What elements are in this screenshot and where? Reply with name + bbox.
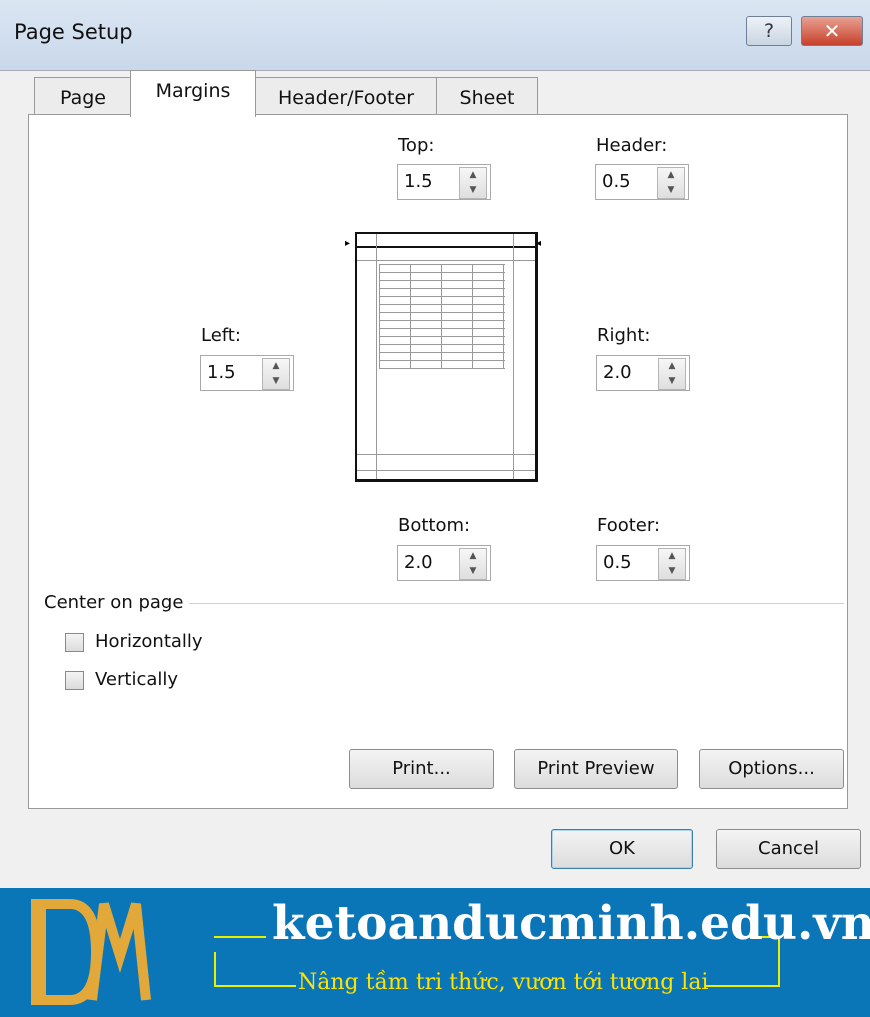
banner-frame-top-left	[214, 936, 266, 938]
footer-margin-spinner[interactable]: 0.5 ▲ ▼	[596, 545, 690, 581]
cancel-button[interactable]: Cancel	[716, 829, 861, 869]
tab-header-footer[interactable]: Header/Footer	[255, 77, 437, 116]
left-margin-guide	[376, 234, 377, 479]
vertically-label[interactable]: Vertically	[95, 669, 178, 690]
spin-up-icon[interactable]: ▲	[658, 168, 684, 182]
site-slogan: Nâng tầm tri thức, vươn tới tương lai	[298, 970, 709, 995]
spin-down-icon[interactable]: ▼	[658, 183, 684, 197]
footer-spin-arrows[interactable]: ▲ ▼	[658, 548, 686, 580]
tab-page[interactable]: Page	[34, 77, 132, 116]
footer-margin-value[interactable]: 0.5	[603, 552, 632, 573]
bottom-spin-arrows[interactable]: ▲ ▼	[459, 548, 487, 580]
bottom-label: Bottom:	[398, 515, 471, 536]
grid-column-line	[410, 264, 411, 368]
site-name: ketoanducminh.edu.vn	[272, 896, 870, 951]
header-spin-arrows[interactable]: ▲ ▼	[657, 167, 685, 199]
header-arrow-left-icon: ▸	[345, 238, 351, 249]
spin-up-icon[interactable]: ▲	[659, 549, 685, 563]
header-arrow-right-icon: ◂	[536, 238, 542, 249]
grid-row-line	[379, 344, 505, 345]
spin-up-icon[interactable]: ▲	[659, 359, 685, 373]
grid-row-line	[379, 336, 505, 337]
horizontally-label[interactable]: Horizontally	[95, 631, 203, 652]
tab-sheet[interactable]: Sheet	[436, 77, 538, 116]
grid-row-line	[379, 296, 505, 297]
options-button[interactable]: Options...	[699, 749, 844, 789]
right-margin-spinner[interactable]: 2.0 ▲ ▼	[596, 355, 690, 391]
grid-row-line	[379, 328, 505, 329]
grid-column-line	[503, 264, 504, 368]
top-spin-arrows[interactable]: ▲ ▼	[459, 167, 487, 199]
spin-down-icon[interactable]: ▼	[659, 564, 685, 578]
right-margin-guide	[513, 234, 514, 479]
print-preview-button[interactable]: Print Preview	[514, 749, 678, 789]
spin-up-icon[interactable]: ▲	[263, 359, 289, 373]
grid-row-line	[379, 320, 505, 321]
grid-row-line	[379, 312, 505, 313]
top-margin-guide	[357, 260, 535, 261]
page-preview	[355, 232, 538, 482]
footer-margin-guide	[357, 470, 535, 471]
right-margin-value[interactable]: 2.0	[603, 362, 632, 383]
grid-row-line	[379, 288, 505, 289]
banner-frame-left	[214, 952, 216, 985]
help-button[interactable]: ?	[746, 16, 792, 46]
header-label: Header:	[596, 135, 668, 156]
left-spin-arrows[interactable]: ▲ ▼	[262, 358, 290, 390]
header-margin-line	[357, 246, 535, 248]
spin-up-icon[interactable]: ▲	[460, 549, 486, 563]
left-margin-value[interactable]: 1.5	[207, 362, 236, 383]
brand-logo	[30, 896, 152, 1008]
right-label: Right:	[597, 325, 651, 346]
spin-down-icon[interactable]: ▼	[460, 564, 486, 578]
bottom-margin-value[interactable]: 2.0	[404, 552, 433, 573]
tab-margins[interactable]: Margins	[130, 70, 256, 117]
header-margin-spinner[interactable]: 0.5 ▲ ▼	[595, 164, 689, 200]
print-button[interactable]: Print...	[349, 749, 494, 789]
ok-button[interactable]: OK	[551, 829, 693, 869]
grid-row-line	[379, 368, 505, 369]
footer-label: Footer:	[597, 515, 661, 536]
header-margin-value[interactable]: 0.5	[602, 171, 631, 192]
vertically-checkbox[interactable]	[65, 671, 84, 690]
spin-down-icon[interactable]: ▼	[460, 183, 486, 197]
left-margin-spinner[interactable]: 1.5 ▲ ▼	[200, 355, 294, 391]
spin-up-icon[interactable]: ▲	[460, 168, 486, 182]
grid-row-line	[379, 360, 505, 361]
center-on-page-label: Center on page	[44, 592, 190, 613]
grid-row-line	[379, 352, 505, 353]
bottom-margin-spinner[interactable]: 2.0 ▲ ▼	[397, 545, 491, 581]
spin-down-icon[interactable]: ▼	[659, 374, 685, 388]
banner-frame-bottom-left	[214, 985, 296, 987]
grid-column-line	[472, 264, 473, 368]
grid-column-line	[441, 264, 442, 368]
right-spin-arrows[interactable]: ▲ ▼	[658, 358, 686, 390]
grid-column-line	[379, 264, 380, 368]
horizontally-checkbox[interactable]	[65, 633, 84, 652]
bottom-margin-guide	[357, 454, 535, 455]
grid-row-line	[379, 264, 505, 265]
grid-row-line	[379, 272, 505, 273]
top-margin-spinner[interactable]: 1.5 ▲ ▼	[397, 164, 491, 200]
top-label: Top:	[398, 135, 435, 156]
top-margin-value[interactable]: 1.5	[404, 171, 433, 192]
dialog-title: Page Setup	[14, 20, 133, 44]
close-button[interactable]: ✕	[801, 16, 863, 46]
spin-down-icon[interactable]: ▼	[263, 374, 289, 388]
grid-row-line	[379, 304, 505, 305]
left-label: Left:	[201, 325, 241, 346]
banner-frame-bottom-right	[706, 985, 780, 987]
grid-row-line	[379, 280, 505, 281]
